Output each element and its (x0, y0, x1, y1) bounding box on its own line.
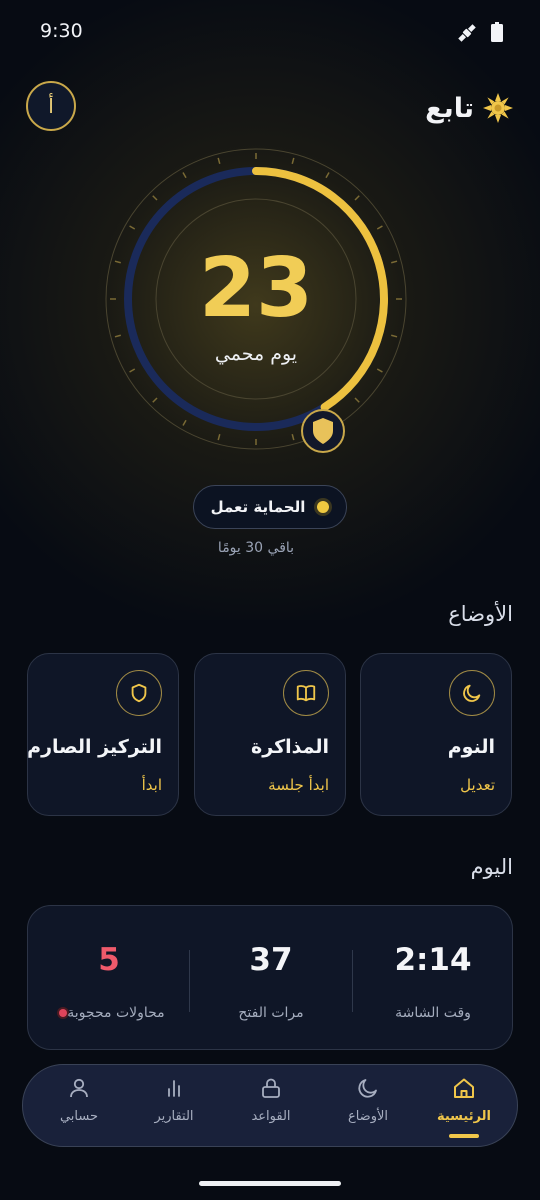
protected-days-label: يوم محمي (214, 343, 298, 365)
today-stats-card: 2:14 وقت الشاشة 37 مرات الفتح 5 محاولات … (27, 905, 513, 1050)
ring-tick (129, 368, 136, 373)
nav-item-account[interactable]: حسابي (31, 1065, 127, 1148)
user-icon (70, 1078, 88, 1098)
ring-tick (217, 434, 221, 441)
ring-tick (376, 225, 383, 230)
sun-logo-icon (483, 93, 513, 123)
mode-card-sleep[interactable]: النوم تعديل (360, 653, 512, 816)
nav-item-modes[interactable]: الأوضاع (320, 1065, 416, 1148)
nav-label: الرئيسية (436, 1109, 492, 1124)
ring-tick (217, 157, 221, 164)
mode-icon-circle (449, 670, 495, 716)
nav-label: التقارير (154, 1109, 194, 1124)
nav-label: القواعد (251, 1109, 291, 1124)
ring-tick (291, 157, 295, 164)
shield-badge-icon (301, 409, 345, 453)
stat-blocked-attempts: 5 محاولات محجوبة (28, 906, 190, 1051)
stat-value: 2:14 (394, 942, 472, 978)
remaining-days-text: باقي 30 يومًا (217, 540, 295, 556)
today-section-title: اليوم (470, 855, 513, 879)
bar-chart-icon (168, 1080, 180, 1097)
battery-icon (491, 22, 503, 42)
protected-days-count: 23 (198, 241, 314, 336)
mode-icon-circle (116, 670, 162, 716)
stat-value: 37 (249, 942, 293, 978)
status-time: 9:30 (40, 20, 83, 42)
book-icon (296, 685, 316, 702)
moon-icon (463, 684, 481, 702)
nav-active-indicator (449, 1134, 479, 1138)
ring-tick (354, 397, 360, 403)
ring-tick (129, 225, 136, 230)
status-indicator-dot (317, 501, 330, 513)
stat-label-text: محاولات محجوبة (67, 1005, 165, 1021)
mode-card-study[interactable]: المذاكرة ابدأ جلسة (194, 653, 346, 816)
mode-title: النوم (447, 736, 495, 758)
ring-tick (182, 419, 187, 426)
ring-tick (182, 172, 187, 179)
bottom-navigation: الرئيسية الأوضاع القواعد التقارير حسابي (22, 1064, 518, 1147)
nav-label: الأوضاع (347, 1109, 389, 1124)
home-indicator (199, 1181, 341, 1186)
mode-start-session-link[interactable]: ابدأ جلسة (268, 776, 329, 794)
stat-screen-time: 2:14 وقت الشاشة (352, 906, 514, 1051)
avatar-letter: أ (48, 94, 54, 118)
nav-item-rules[interactable]: القواعد (223, 1065, 319, 1148)
shield-icon (131, 683, 147, 703)
ring-tick (376, 368, 383, 373)
mode-title: التركيز الصارم (27, 736, 162, 758)
status-bar: 9:30 (0, 0, 540, 64)
ring-tick (152, 195, 158, 201)
protection-status-text: الحماية تعمل (210, 498, 306, 516)
nav-item-home[interactable]: الرئيسية (416, 1065, 512, 1148)
stat-label: وقت الشاشة (395, 1005, 471, 1021)
mode-title: المذاكرة (251, 736, 329, 758)
stat-value: 5 (98, 942, 120, 978)
modes-section-title: الأوضاع (448, 602, 513, 626)
ring-tick (152, 397, 158, 403)
satellite-icon (458, 24, 476, 42)
ring-tick (325, 172, 330, 179)
mode-card-strict-focus[interactable]: التركيز الصارم ابدأ (27, 653, 179, 816)
moon-icon (358, 1079, 377, 1098)
avatar-button[interactable]: أ (26, 81, 76, 131)
mode-edit-link[interactable]: تعديل (460, 776, 495, 794)
stat-label: محاولات محجوبة (28, 1005, 190, 1021)
app-name: تابع (425, 92, 474, 124)
stat-unlocks: 37 مرات الفتح (190, 906, 352, 1051)
lock-icon (262, 1078, 280, 1098)
home-icon (454, 1078, 474, 1098)
stat-label: مرات الفتح (238, 1005, 304, 1021)
ring-tick (391, 334, 398, 338)
ring-tick (391, 260, 398, 264)
nav-label: حسابي (59, 1109, 99, 1124)
stat-divider (352, 950, 353, 1012)
ring-tick (291, 434, 295, 441)
ring-tick (354, 195, 360, 201)
protection-status-pill[interactable]: الحماية تعمل (193, 485, 347, 529)
ring-tick (114, 334, 121, 338)
mode-start-link[interactable]: ابدأ (142, 776, 162, 794)
app-brand: تابع (425, 88, 514, 128)
nav-item-reports[interactable]: التقارير (126, 1065, 222, 1148)
ring-tick (114, 260, 121, 264)
mode-icon-circle (283, 670, 329, 716)
